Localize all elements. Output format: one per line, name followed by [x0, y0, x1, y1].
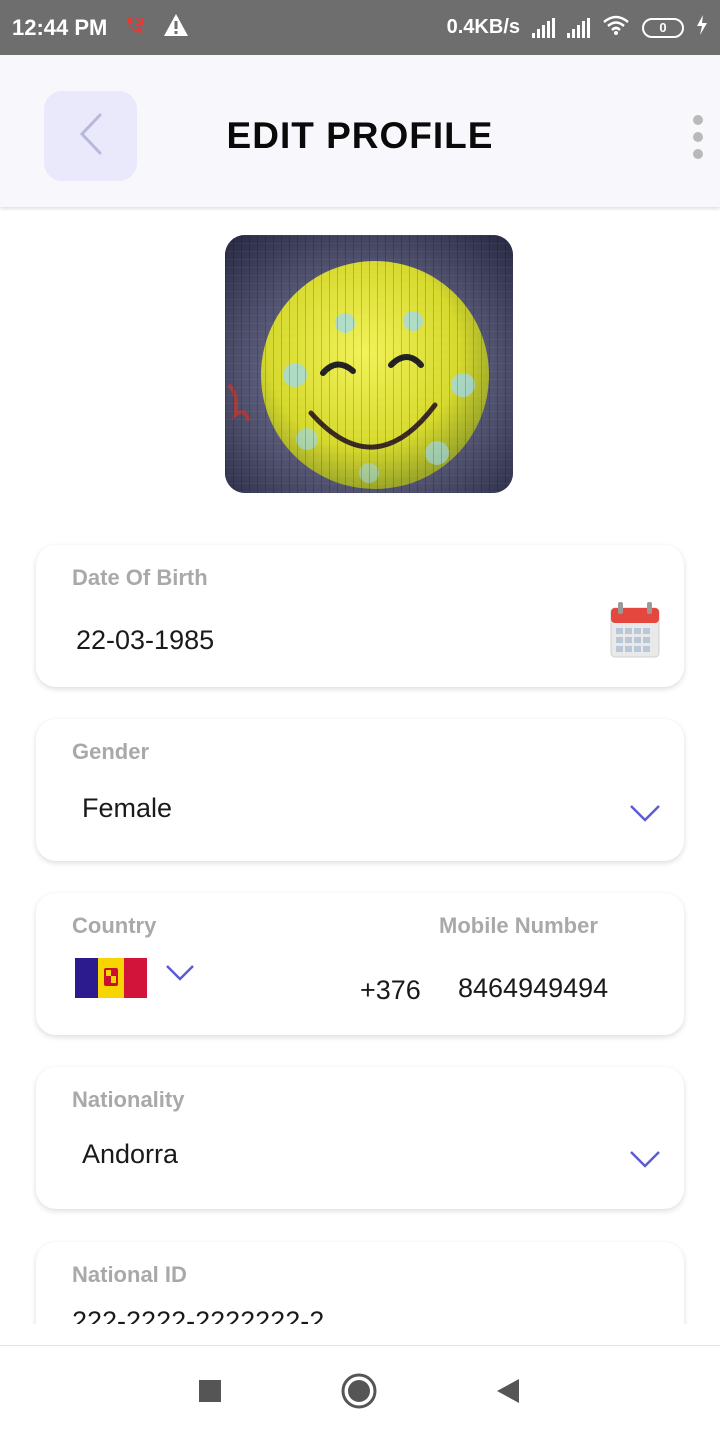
- status-bar: 12:44 PM 0.4KB/s 0: [0, 0, 720, 55]
- country-mobile-card: Country Mobile Number +376 8464949494: [36, 893, 684, 1035]
- dob-card[interactable]: Date Of Birth 22-03-1985: [36, 545, 684, 687]
- dob-value[interactable]: 22-03-1985: [76, 625, 214, 656]
- nationality-value[interactable]: Andorra: [82, 1139, 178, 1170]
- wifi-icon: [602, 14, 630, 42]
- page-title: EDIT PROFILE: [226, 115, 494, 156]
- home-button[interactable]: [329, 1346, 389, 1440]
- chevron-down-icon[interactable]: [629, 1149, 661, 1174]
- national-id-value[interactable]: 222-2222-2222222-2: [72, 1306, 324, 1324]
- mobile-number-input[interactable]: 8464949494: [458, 973, 608, 1004]
- network-speed: 0.4KB/s: [446, 16, 520, 38]
- gender-label: Gender: [72, 739, 150, 764]
- status-time: 12:44 PM: [12, 14, 108, 40]
- profile-form: Date Of Birth 22-03-1985 Gender Female C…: [0, 207, 720, 1324]
- mobile-label: Mobile Number: [439, 913, 598, 938]
- mobile-country-code: +376: [360, 975, 421, 1005]
- chevron-down-icon[interactable]: [629, 803, 661, 828]
- gender-card[interactable]: Gender Female: [36, 719, 684, 861]
- more-dot: [693, 132, 703, 142]
- avatar[interactable]: [225, 235, 513, 493]
- more-dot: [693, 149, 703, 159]
- battery-icon: 0: [642, 17, 684, 38]
- signal-icon: [532, 17, 555, 38]
- gender-value[interactable]: Female: [82, 793, 172, 824]
- nationality-card[interactable]: Nationality Andorra: [36, 1067, 684, 1209]
- signal-icon-2: [567, 17, 590, 38]
- smiley-face-photo: [225, 235, 513, 493]
- app-header: EDIT PROFILE: [0, 55, 720, 207]
- more-vertical-icon: [693, 115, 703, 125]
- dob-label: Date Of Birth: [72, 565, 208, 590]
- recent-apps-icon: [198, 1379, 222, 1408]
- national-id-card[interactable]: National ID 222-2222-2222222-2: [36, 1242, 684, 1324]
- nationality-label: Nationality: [72, 1087, 185, 1112]
- battery-level: 0: [659, 20, 667, 35]
- country-label: Country: [72, 913, 157, 938]
- more-options-button[interactable]: [684, 115, 712, 159]
- country-dropdown-chevron-icon[interactable]: [165, 963, 195, 988]
- recent-apps-button[interactable]: [180, 1346, 240, 1440]
- calendar-icon[interactable]: [610, 602, 660, 663]
- warning-icon: [163, 13, 189, 42]
- national-id-label: National ID: [72, 1262, 187, 1287]
- charging-icon: [696, 14, 708, 41]
- missed-call-icon: [123, 14, 145, 41]
- home-icon: [340, 1372, 378, 1415]
- andorra-flag-icon[interactable]: [75, 958, 147, 1003]
- navigation-bar: [0, 1345, 720, 1440]
- back-icon: [495, 1377, 521, 1410]
- nav-back-button[interactable]: [478, 1346, 538, 1440]
